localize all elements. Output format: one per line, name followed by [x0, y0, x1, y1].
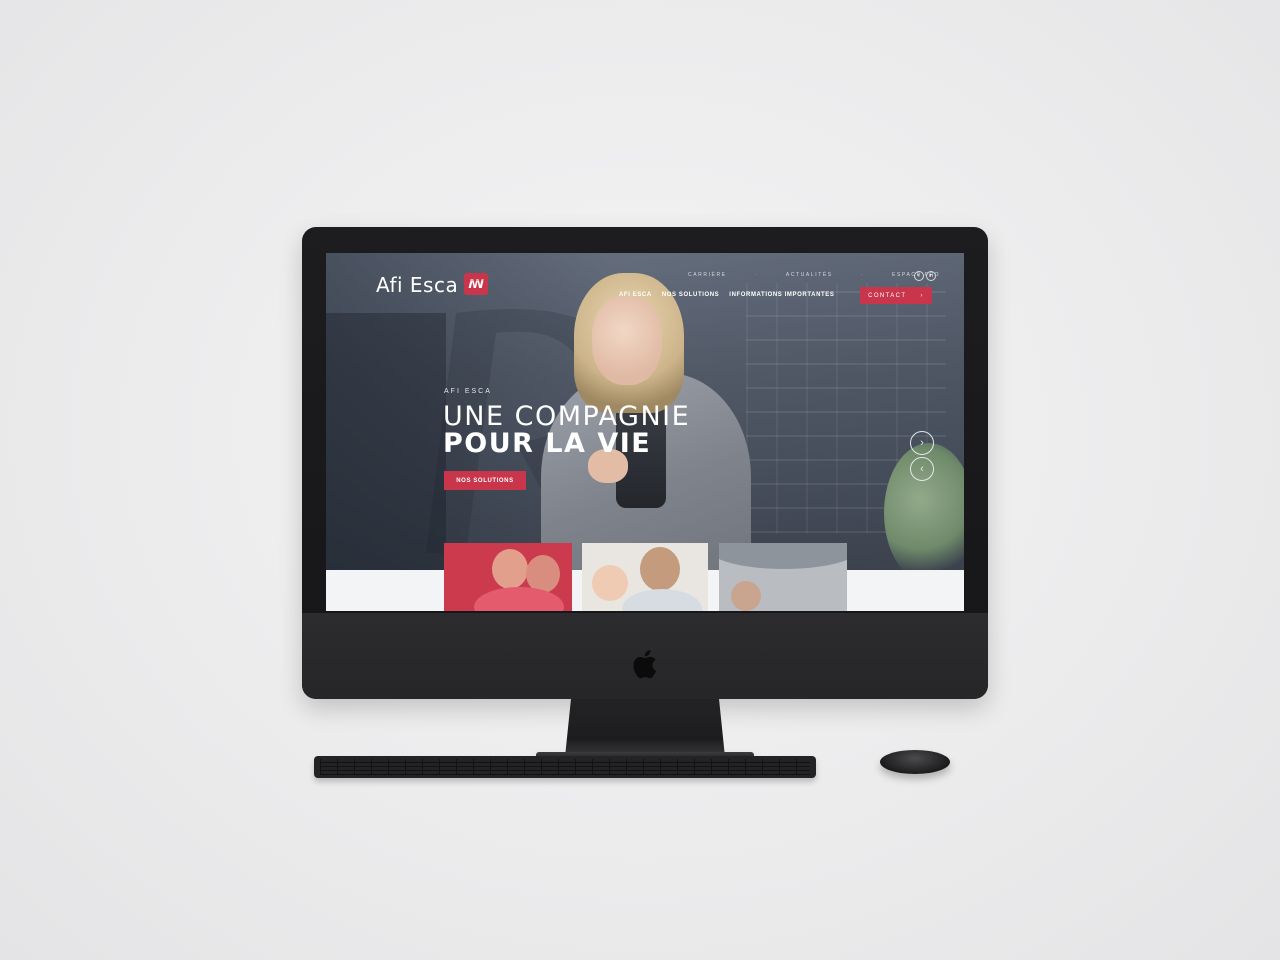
chevron-left-icon: ‹: [920, 463, 924, 475]
apple-logo-icon: [633, 650, 657, 679]
logo-subtitle: Groupe Burrus: [461, 277, 488, 282]
topnav-item-carriere[interactable]: CARRIÈRE: [688, 272, 727, 278]
chevron-right-icon: ›: [920, 437, 924, 449]
nav-item-afi-esca[interactable]: AFI ESCA: [619, 292, 652, 298]
contact-button[interactable]: CONTACT ›: [860, 287, 932, 304]
logo-text: Afi Esca: [376, 273, 459, 297]
driver-photo: [731, 581, 761, 611]
topnav-item-actualites[interactable]: ACTUALITÉS: [786, 272, 833, 278]
hero-title-line2: POUR LA VIE: [443, 428, 652, 459]
solution-card-car[interactable]: [719, 543, 847, 611]
topnav-separator: ·: [860, 272, 865, 278]
imac-stand-neck: [565, 695, 725, 757]
nav-item-nos-solutions[interactable]: NOS SOLUTIONS: [662, 292, 719, 298]
social-links: f in: [914, 271, 936, 281]
car-photo: [719, 543, 847, 569]
topnav-separator: ·: [754, 272, 758, 278]
nav-item-informations-importantes[interactable]: INFORMATIONS IMPORTANTES: [729, 292, 834, 298]
mother-photo: [622, 589, 702, 611]
main-navigation: AFI ESCA NOS SOLUTIONS INFORMATIONS IMPO…: [619, 292, 834, 298]
top-navigation: CARRIÈRE · ACTUALITÉS · ESPACE PRO: [688, 272, 940, 278]
person-photo: [492, 549, 528, 589]
linkedin-icon[interactable]: in: [926, 271, 936, 281]
carousel-prev-button[interactable]: ‹: [910, 457, 934, 481]
keyboard: [314, 756, 816, 778]
baby-photo: [592, 565, 628, 601]
nos-solutions-button[interactable]: NOS SOLUTIONS: [444, 471, 526, 490]
mother-photo: [640, 547, 680, 591]
facebook-icon[interactable]: f: [914, 271, 924, 281]
woman-face: [592, 295, 662, 385]
magic-mouse: [880, 750, 950, 774]
website-screen: Afi Esca ꟿ Groupe Burrus CARRIÈRE · ACTU…: [326, 253, 964, 611]
solution-card-couple[interactable]: [444, 543, 572, 611]
chevron-right-icon: ›: [920, 292, 924, 299]
hero-eyebrow: AFI ESCA: [444, 388, 492, 395]
carousel-next-button[interactable]: ›: [910, 431, 934, 455]
solution-card-family[interactable]: [582, 543, 708, 611]
contact-button-label: CONTACT: [868, 292, 907, 299]
